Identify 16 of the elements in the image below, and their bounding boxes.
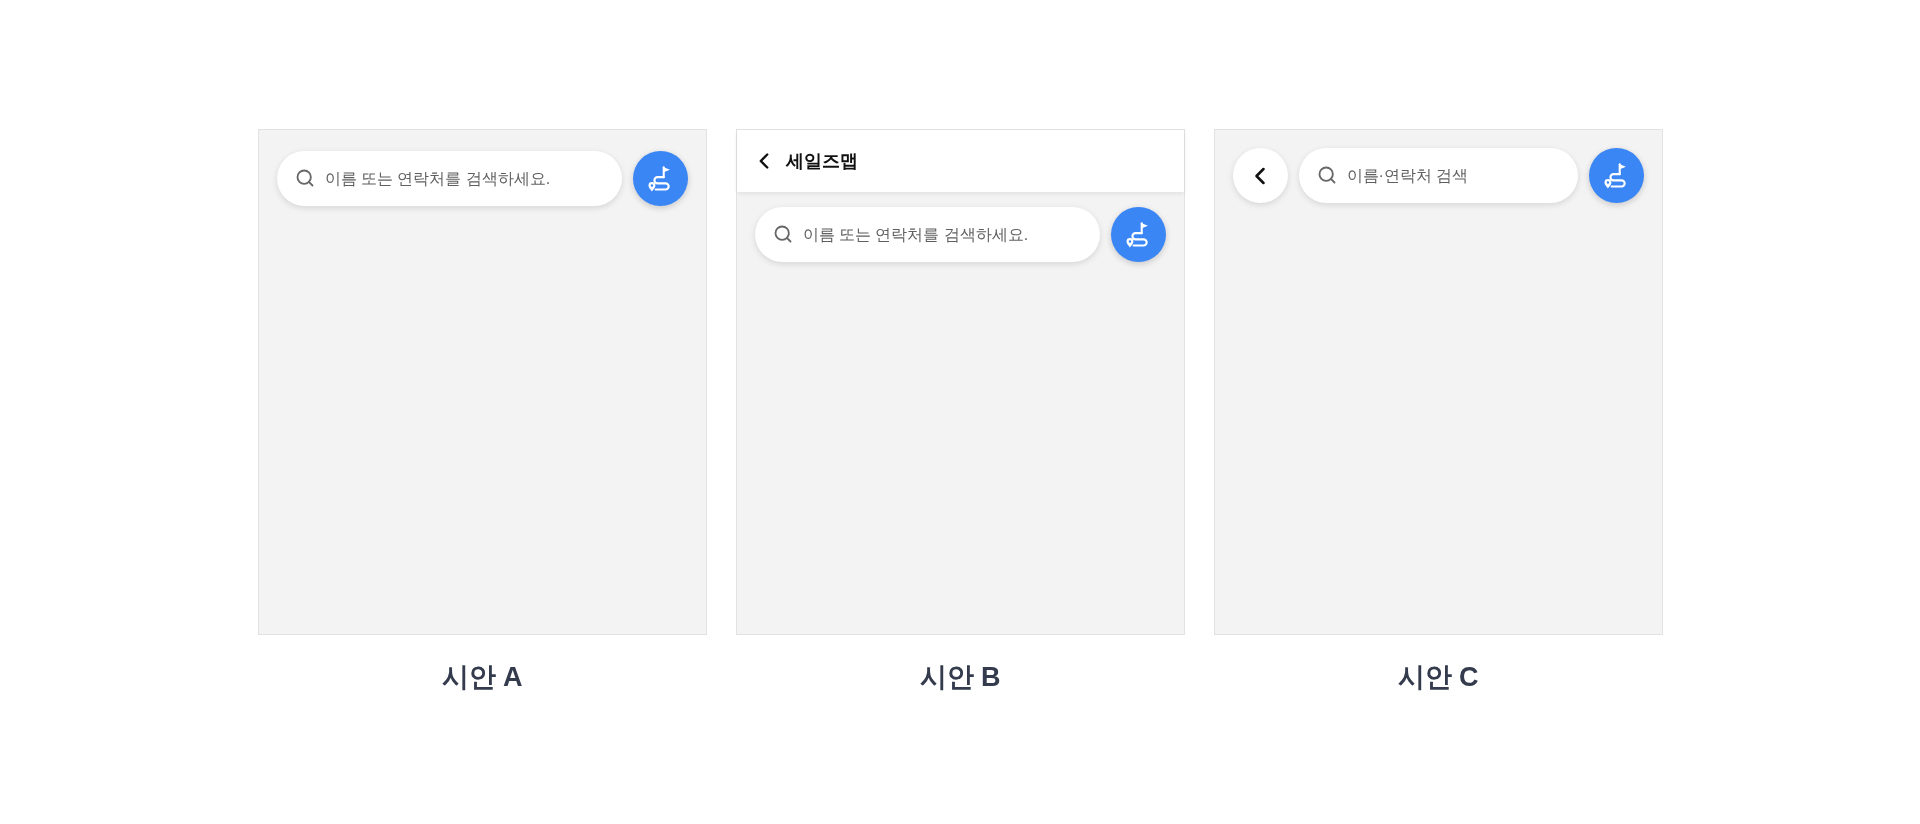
- search-icon: [1316, 165, 1337, 185]
- route-button[interactable]: [1110, 207, 1166, 262]
- search-field[interactable]: 이름 또는 연락처를 검색하세요.: [276, 151, 622, 206]
- route-icon: [1125, 221, 1151, 248]
- mockup-caption: 시안 B: [919, 661, 1001, 694]
- route-button[interactable]: [632, 151, 688, 206]
- mockup-caption: 시안 A: [441, 661, 523, 694]
- route-icon: [647, 165, 673, 192]
- search-field[interactable]: 이름·연락처 검색: [1298, 148, 1578, 203]
- route-button[interactable]: [1588, 148, 1644, 203]
- search-icon: [772, 224, 793, 244]
- search-icon: [294, 168, 315, 188]
- header-title: 세일즈맵: [785, 149, 858, 173]
- mockup-caption: 시안 C: [1397, 661, 1479, 694]
- route-icon: [1603, 162, 1629, 189]
- search-field[interactable]: 이름 또는 연락처를 검색하세요.: [754, 207, 1100, 262]
